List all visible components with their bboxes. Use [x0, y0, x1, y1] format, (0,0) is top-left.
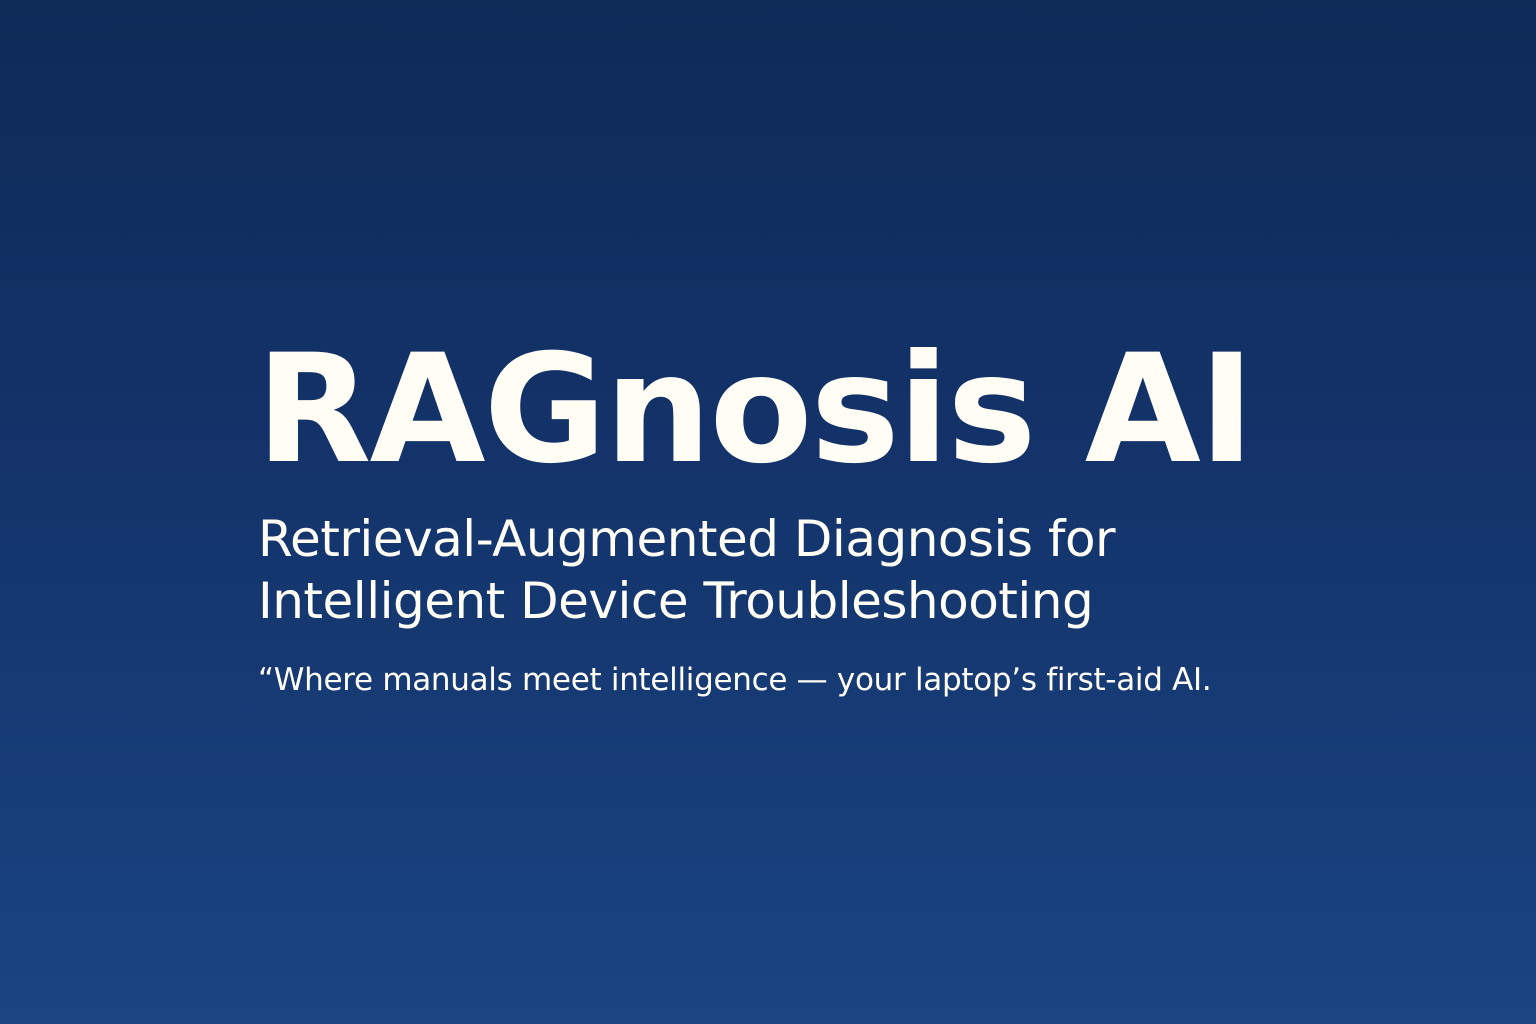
hero-section: RAGnosis AI Retrieval-Augmented Diagnosi…	[256, 330, 1436, 700]
hero-title: RAGnosis AI	[256, 323, 1255, 497]
hero-subtitle-line-2: Intelligent Device Troubleshooting	[258, 572, 1094, 630]
hero-subtitle: Retrieval-Augmented Diagnosis for Intell…	[258, 508, 1436, 632]
hero-subtitle-line-1: Retrieval-Augmented Diagnosis for	[258, 510, 1116, 568]
hero-tagline: “Where manuals meet intelligence — your …	[258, 662, 1212, 698]
